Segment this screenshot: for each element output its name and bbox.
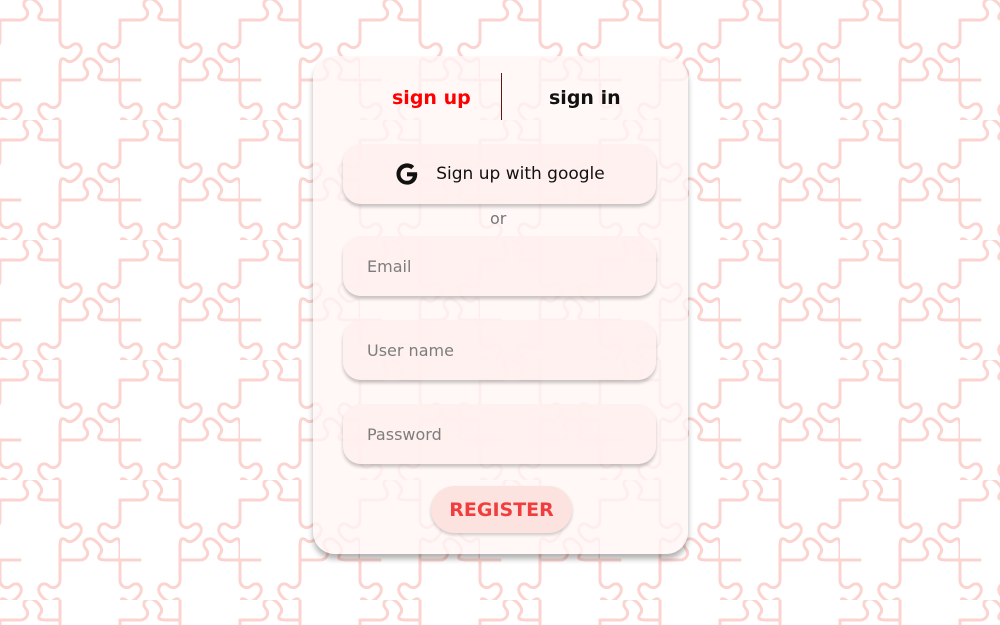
google-g-icon: [396, 163, 418, 185]
signup-card: [313, 56, 688, 554]
google-signup-label: Sign up with google: [436, 164, 605, 184]
register-button[interactable]: REGISTER: [431, 486, 572, 533]
password-field[interactable]: [343, 404, 656, 464]
username-field[interactable]: [343, 320, 656, 380]
or-separator: or: [490, 209, 507, 228]
tab-divider: [501, 73, 502, 120]
tab-sign-in[interactable]: sign in: [549, 86, 621, 110]
email-field[interactable]: [343, 236, 656, 296]
google-signup-button[interactable]: Sign up with google: [343, 144, 656, 204]
tab-sign-up[interactable]: sign up: [392, 86, 471, 110]
